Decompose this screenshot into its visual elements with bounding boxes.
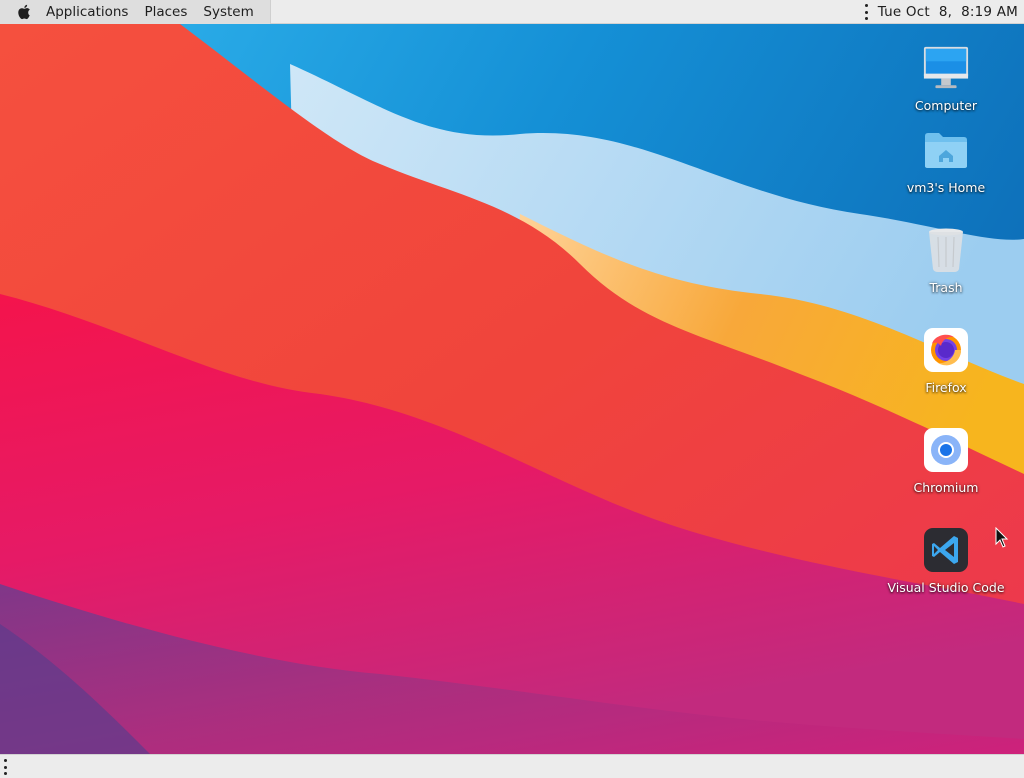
vertical-dots-icon[interactable] [864, 4, 870, 20]
menu-system[interactable]: System [195, 0, 261, 24]
desktop-icon-label: Computer [914, 98, 978, 113]
desktop-icon-label: Chromium [913, 480, 979, 495]
apple-icon[interactable] [16, 4, 32, 20]
firefox-icon [922, 326, 970, 374]
desktop-icon-chromium[interactable]: Chromium [881, 426, 1011, 495]
home-folder-icon [922, 126, 970, 174]
desktop-icon-trash[interactable]: Trash [881, 226, 1011, 295]
desktop-icon-firefox[interactable]: Firefox [881, 326, 1011, 395]
desktop-icon-label: Firefox [925, 380, 967, 395]
desktop-icon-label: Trash [929, 280, 963, 295]
menu-applications[interactable]: Applications [38, 0, 136, 24]
trash-icon [922, 226, 970, 274]
vscode-icon [922, 526, 970, 574]
chromium-icon [922, 426, 970, 474]
desktop-icon-label: vm3's Home [906, 180, 986, 195]
desktop: Applications Places System Tue Oct 8, 8:… [0, 0, 1024, 778]
vertical-dots-icon[interactable] [2, 759, 8, 775]
desktop-icon-vscode[interactable]: Visual Studio Code [881, 526, 1011, 595]
menu-bar: Applications Places System [0, 0, 271, 24]
desktop-icon-label: Visual Studio Code [887, 580, 1005, 595]
mouse-cursor-icon [995, 527, 1009, 548]
top-panel: Applications Places System Tue Oct 8, 8:… [0, 0, 1024, 24]
desktop-icon-computer[interactable]: Computer [881, 44, 1011, 113]
computer-icon [922, 44, 970, 92]
menu-places[interactable]: Places [136, 0, 195, 24]
wallpaper [0, 24, 1024, 754]
panel-right: Tue Oct 8, 8:19 AM [864, 0, 1018, 24]
clock[interactable]: Tue Oct 8, 8:19 AM [878, 4, 1018, 20]
bottom-panel [0, 754, 1024, 778]
desktop-icon-home[interactable]: vm3's Home [881, 126, 1011, 195]
